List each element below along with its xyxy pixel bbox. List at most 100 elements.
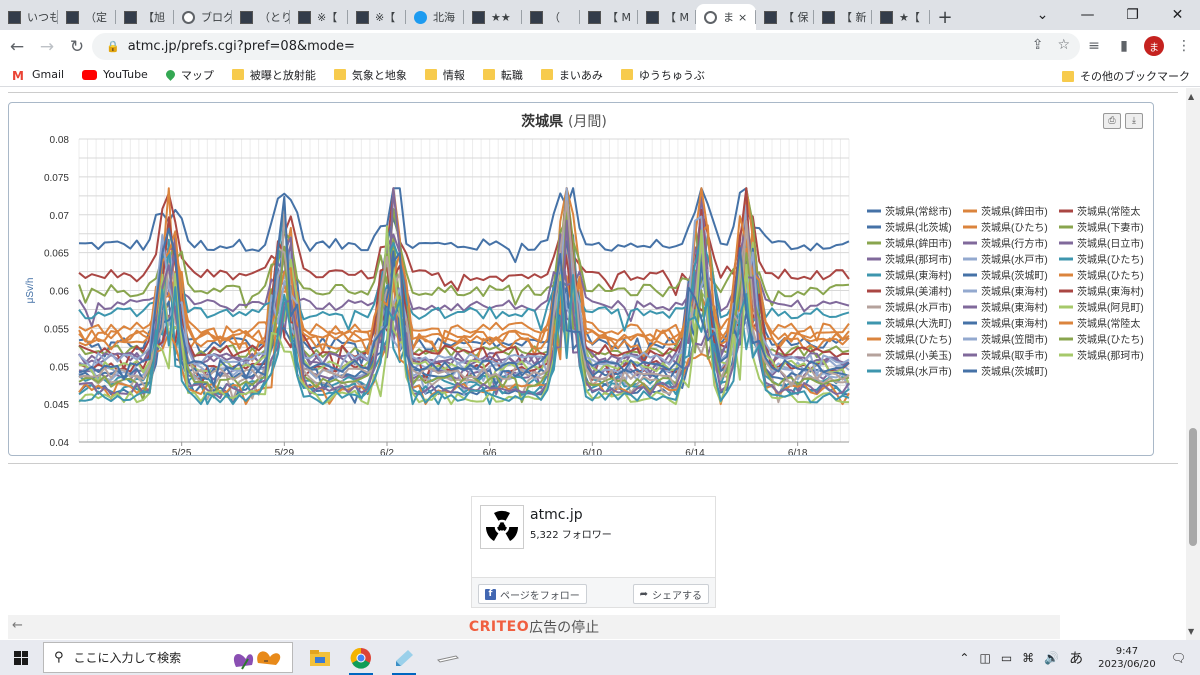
share-icon[interactable]: ⇪ bbox=[1032, 37, 1044, 53]
tab-7[interactable]: 北海 bbox=[406, 4, 464, 30]
network-icon[interactable]: ⌘ bbox=[1022, 651, 1034, 665]
x-tick-label: 6/18 bbox=[788, 448, 808, 455]
address-bar[interactable]: 🔒 atmc.jp/prefs.cgi?pref=08&mode= ⇪ ☆ bbox=[92, 33, 1080, 60]
tab-15[interactable]: ★【 bbox=[872, 4, 930, 30]
legend-label: 茨城県(下妻市) bbox=[1077, 221, 1144, 234]
tab-label: （とり bbox=[259, 11, 290, 24]
scrollbar-thumb[interactable] bbox=[1189, 428, 1197, 546]
tab-4[interactable]: （とり bbox=[232, 4, 290, 30]
tab-12[interactable]: ま × bbox=[696, 4, 756, 30]
battery-icon[interactable]: ▭ bbox=[1001, 651, 1012, 665]
legend-label: 茨城県(茨城町) bbox=[981, 365, 1048, 378]
tab-3[interactable]: ブログ bbox=[174, 4, 232, 30]
tab-label: ※【 bbox=[375, 11, 396, 24]
y-tick-label: 0.04 bbox=[50, 438, 70, 449]
back-arrow-icon[interactable]: ← bbox=[12, 618, 23, 633]
legend-label: 茨城県(東海村) bbox=[981, 301, 1048, 314]
reload-button[interactable]: ↻ bbox=[64, 34, 90, 60]
new-tab-button[interactable]: + bbox=[930, 4, 960, 30]
chevron-down-icon[interactable]: ⌄ bbox=[1020, 0, 1065, 30]
start-button[interactable] bbox=[0, 640, 42, 675]
legend-label: 茨城県(水戸市) bbox=[981, 253, 1048, 266]
app-icon[interactable] bbox=[430, 644, 466, 672]
y-tick-label: 0.045 bbox=[44, 400, 69, 411]
bookmark-label: ゆうちゅうぶ bbox=[638, 68, 705, 82]
taskbar-search[interactable]: ⚲ ここに入力して検索 bbox=[43, 642, 293, 673]
scroll-down-icon[interactable]: ▼ bbox=[1188, 627, 1194, 636]
ad-banner: ← CRITEO 広告の停止 bbox=[8, 615, 1060, 639]
chrome-icon[interactable] bbox=[343, 644, 379, 675]
notification-icon[interactable]: 🗨 bbox=[1171, 651, 1186, 665]
tab-13[interactable]: 【 保 bbox=[756, 4, 814, 30]
notepad-icon[interactable] bbox=[386, 644, 422, 675]
star-icon[interactable]: ☆ bbox=[1057, 37, 1070, 53]
menu-icon[interactable]: ⋮ bbox=[1174, 36, 1194, 56]
bookmark-item[interactable]: ゆうちゅうぶ bbox=[620, 67, 705, 83]
chart-container: 茨城県 (月間) ⎙ ⤓ 0.08 0.075 0.07 0.065 0.06 0.055… bbox=[8, 102, 1154, 456]
device-icon[interactable]: ◫ bbox=[979, 651, 990, 665]
legend-label: 茨城県(東海村) bbox=[1077, 285, 1144, 298]
x-tick-label: 6/10 bbox=[583, 448, 603, 455]
lock-icon[interactable]: 🔒 bbox=[106, 40, 120, 53]
chevron-up-icon[interactable]: ⌃ bbox=[959, 651, 969, 665]
folder-icon bbox=[1062, 70, 1074, 82]
bookmark-item[interactable]: M Gmail bbox=[12, 68, 64, 83]
tab-9[interactable]: （ bbox=[522, 4, 580, 30]
close-window-button[interactable]: ✕ bbox=[1155, 0, 1200, 30]
y-tick-label: 0.05 bbox=[50, 362, 70, 373]
bookmark-item[interactable]: 被曝と放射能 bbox=[231, 67, 316, 83]
avatar[interactable]: ま bbox=[1144, 36, 1164, 56]
bookmark-item[interactable]: 転職 bbox=[482, 67, 523, 83]
line-chart: 0.08 0.075 0.07 0.065 0.06 0.055 0.05 0.045 0.04… bbox=[25, 135, 1144, 455]
reading-list-icon[interactable]: ≡ bbox=[1084, 36, 1104, 56]
follower-count: 5,322 フォロワー bbox=[530, 530, 612, 541]
follow-label: ページをフォロー bbox=[500, 590, 580, 602]
y-axis-label: μSv/h bbox=[25, 278, 36, 304]
bookmark-item[interactable]: YouTube bbox=[82, 68, 148, 81]
clock[interactable]: 9:47 2023/06/20 bbox=[1098, 645, 1156, 671]
twitter-icon bbox=[414, 10, 427, 24]
legend-label: 茨城県(鉾田市) bbox=[885, 237, 952, 250]
other-bookmarks-label: その他のブックマーク bbox=[1080, 70, 1190, 83]
folder-icon bbox=[333, 69, 346, 80]
bookmark-item[interactable]: 気象と地象 bbox=[333, 67, 407, 83]
minimize-button[interactable]: — bbox=[1065, 0, 1110, 30]
bookmark-item[interactable]: マップ bbox=[163, 67, 214, 83]
ime-indicator[interactable]: あ bbox=[1069, 648, 1083, 668]
tab-8[interactable]: ★★ bbox=[464, 4, 522, 30]
volume-icon[interactable]: 🔊 bbox=[1044, 651, 1059, 665]
bookmark-item[interactable]: 情報 bbox=[424, 67, 465, 83]
bookmark-label: 被曝と放射能 bbox=[249, 68, 316, 82]
tab-5[interactable]: ※【 bbox=[290, 4, 348, 30]
forward-button[interactable]: → bbox=[34, 34, 60, 60]
folder-icon bbox=[424, 69, 437, 80]
tab-6[interactable]: ※【 bbox=[348, 4, 406, 30]
legend-label: 茨城県(常陸太 bbox=[1077, 205, 1140, 218]
facebook-actions: f ページをフォロー ➦ シェアする bbox=[472, 577, 715, 607]
scroll-up-icon[interactable]: ▲ bbox=[1188, 92, 1194, 101]
share-button[interactable]: ➦ シェアする bbox=[632, 584, 709, 604]
tab-11[interactable]: 【 M bbox=[638, 4, 696, 30]
stop-ad-link[interactable]: 広告の停止 bbox=[529, 617, 599, 637]
facebook-page-name[interactable]: atmc.jp bbox=[530, 507, 583, 523]
tab-14[interactable]: 【 新 bbox=[814, 4, 872, 30]
legend-label: 茨城県(鉾田市) bbox=[981, 205, 1048, 218]
side-panel-icon[interactable]: ▮ bbox=[1114, 36, 1134, 56]
back-button[interactable]: ← bbox=[4, 34, 30, 60]
other-bookmarks[interactable]: その他のブックマーク bbox=[1062, 68, 1190, 84]
tab-10[interactable]: 【 M bbox=[580, 4, 638, 30]
radiation-logo-icon[interactable] bbox=[480, 505, 524, 549]
legend-label: 茨城県(水戸市) bbox=[885, 301, 952, 314]
tab-label: 北海 bbox=[433, 11, 455, 24]
page-scrollbar[interactable]: ▲ ▼ bbox=[1186, 88, 1200, 640]
restore-button[interactable]: ❐ bbox=[1110, 0, 1155, 30]
bookmark-item[interactable]: まいあみ bbox=[540, 67, 603, 83]
tab-2[interactable]: 【旭 bbox=[116, 4, 174, 30]
file-explorer-icon[interactable] bbox=[302, 644, 338, 672]
tab-1[interactable]: （定 bbox=[58, 4, 116, 30]
tab-label: ま bbox=[723, 11, 734, 24]
close-tab-icon[interactable]: × bbox=[738, 11, 747, 24]
follow-page-button[interactable]: f ページをフォロー bbox=[478, 584, 587, 604]
tab-0[interactable]: いつも bbox=[0, 4, 58, 30]
criteo-logo[interactable]: CRITEO bbox=[469, 619, 529, 635]
